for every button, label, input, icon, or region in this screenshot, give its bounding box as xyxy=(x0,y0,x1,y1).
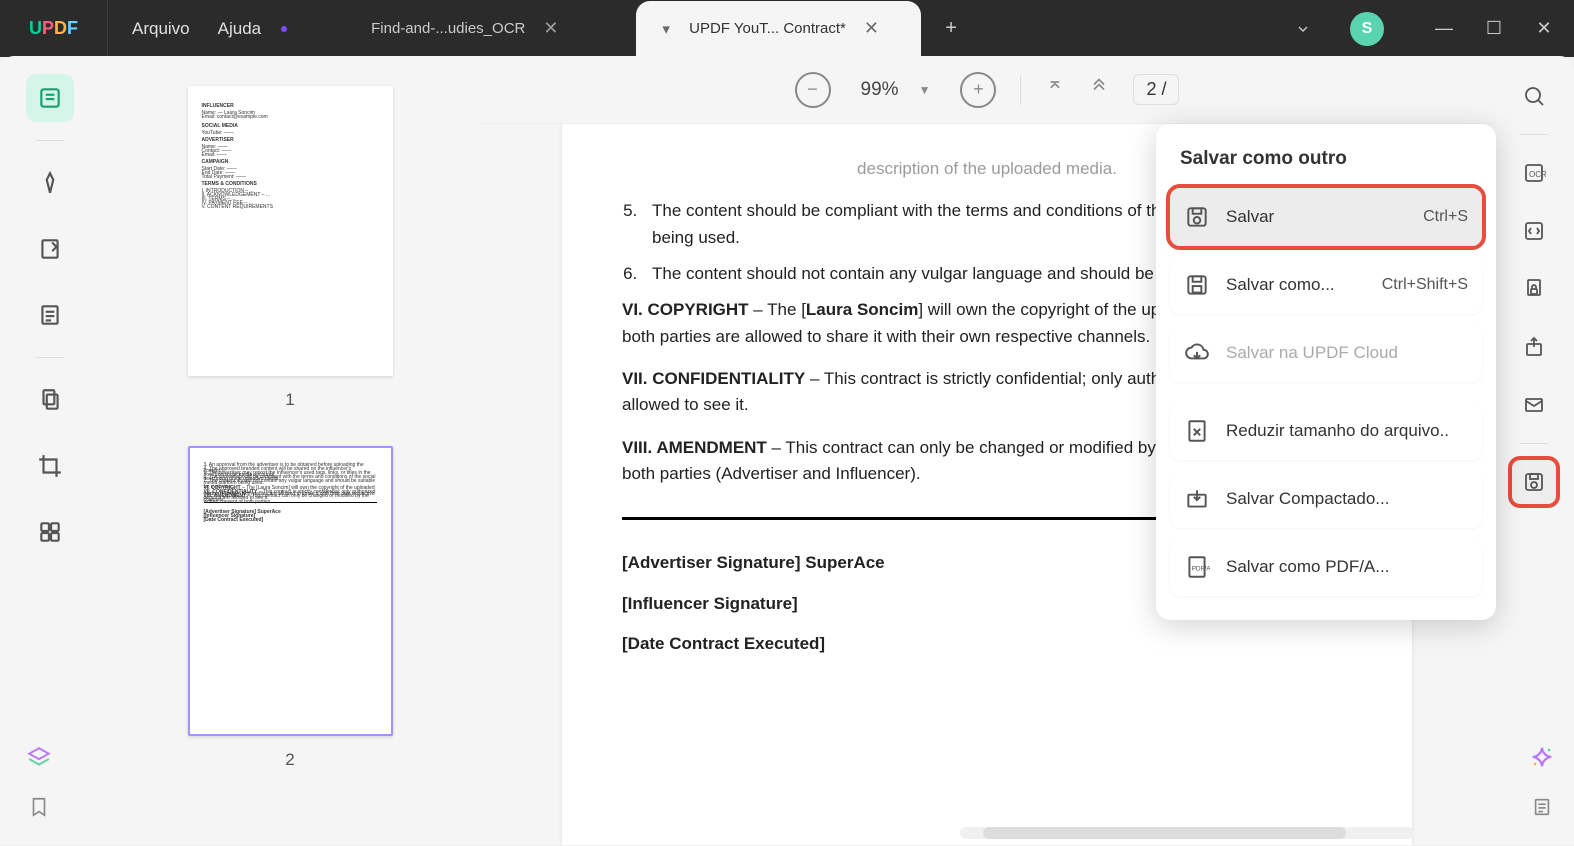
keyboard-shortcut: Ctrl+Shift+S xyxy=(1382,276,1468,294)
popup-item-label: Salvar xyxy=(1226,207,1423,227)
popup-item-label: Salvar como PDF/A... xyxy=(1226,557,1468,577)
layers-button[interactable] xyxy=(26,745,52,776)
ocr-button[interactable]: OCR xyxy=(1512,151,1556,195)
thumbnail-panel: INFLUENCER Name: — Laura Soncim Email: c… xyxy=(100,56,480,845)
popup-item-save-pdfa[interactable]: PDF/A Salvar como PDF/A... xyxy=(1170,538,1482,596)
section-heading: VIII. AMENDMENT xyxy=(622,438,767,457)
popup-item-save-as[interactable]: Salvar como... Ctrl+Shift+S xyxy=(1170,256,1482,314)
popup-item-save-compact[interactable]: Salvar Compactado... xyxy=(1170,470,1482,528)
thumbnail-page-1[interactable]: INFLUENCER Name: — Laura Soncim Email: c… xyxy=(188,86,393,376)
chevron-down-icon[interactable]: ▾ xyxy=(656,20,676,38)
prev-page-button[interactable] xyxy=(1089,77,1109,102)
main-menu: Arquivo Ajuda xyxy=(108,19,261,39)
separator xyxy=(1520,443,1548,444)
thumbnail-page-2[interactable]: 3. An approval from the advertiser is to… xyxy=(188,446,393,736)
popup-item-label: Reduzir tamanho do arquivo.. xyxy=(1226,421,1468,441)
chevron-down-icon[interactable] xyxy=(1286,12,1320,46)
popup-item-label: Salvar como... xyxy=(1226,275,1382,295)
titlebar-right: S — ☐ ✕ xyxy=(1286,12,1574,46)
app-logo: UPDF xyxy=(0,0,108,57)
tools-button[interactable] xyxy=(26,508,74,556)
protect-button[interactable] xyxy=(1512,267,1556,311)
right-toolbar: OCR xyxy=(1494,56,1574,845)
crop-button[interactable] xyxy=(26,442,74,490)
zoom-value: 99% xyxy=(861,79,899,101)
keyboard-shortcut: Ctrl+S xyxy=(1423,208,1468,226)
first-page-button[interactable] xyxy=(1045,77,1065,102)
chevron-down-icon: ▼ xyxy=(919,83,931,97)
titlebar: UPDF Arquivo Ajuda Find-and-...udies_OCR… xyxy=(0,0,1574,57)
popup-item-save-cloud[interactable]: Salvar na UPDF Cloud xyxy=(1170,324,1482,382)
bookmark-button[interactable] xyxy=(28,794,50,825)
svg-text:OCR: OCR xyxy=(1529,170,1546,179)
horizontal-scrollbar[interactable] xyxy=(960,827,1414,839)
popup-item-save[interactable]: Salvar Ctrl+S xyxy=(1170,188,1482,246)
email-button[interactable] xyxy=(1512,383,1556,427)
document-toolbar: − 99% ▼ + 2 / xyxy=(480,56,1494,124)
annotate-button[interactable] xyxy=(26,225,74,273)
left-toolbar xyxy=(0,56,100,845)
maximize-icon[interactable]: ☐ xyxy=(1484,18,1504,39)
minimize-icon[interactable]: — xyxy=(1434,18,1454,39)
close-icon[interactable]: ✕ xyxy=(1534,18,1554,39)
page-indicator[interactable]: 2 / xyxy=(1133,74,1179,105)
indicator-dot xyxy=(281,26,287,32)
highlight-button[interactable] xyxy=(26,159,74,207)
close-icon[interactable]: ✕ xyxy=(543,18,558,39)
separator xyxy=(1520,134,1548,135)
save-as-button[interactable] xyxy=(1512,460,1556,504)
thumbnail-label-2: 2 xyxy=(140,750,440,770)
date-executed: [Date Contract Executed] xyxy=(622,631,1352,657)
save-as-popup: Salvar como outro Salvar Ctrl+S Salvar c… xyxy=(1156,124,1496,620)
tab-document-2[interactable]: ▾ UPDF YouT... Contract* ✕ xyxy=(636,1,921,57)
read-mode-button[interactable] xyxy=(26,74,74,122)
zoom-out-button[interactable]: − xyxy=(795,72,831,108)
left-bottom-tools xyxy=(26,745,52,825)
close-icon[interactable]: ✕ xyxy=(864,18,879,39)
main-area: INFLUENCER Name: — Laura Soncim Email: c… xyxy=(0,56,1574,845)
tab-label: UPDF YouT... Contract* xyxy=(689,20,846,37)
svg-text:PDF/A: PDF/A xyxy=(1192,565,1210,572)
popup-item-reduce-size[interactable]: Reduzir tamanho do arquivo.. xyxy=(1170,402,1482,460)
share-button[interactable] xyxy=(1512,325,1556,369)
popup-item-label: Salvar Compactado... xyxy=(1226,489,1468,509)
separator xyxy=(36,357,64,358)
scrollbar-thumb[interactable] xyxy=(983,827,1346,839)
thumbnail-label-1: 1 xyxy=(140,390,440,410)
menu-arquivo[interactable]: Arquivo xyxy=(132,19,190,39)
tab-label: Find-and-...udies_OCR xyxy=(371,20,525,37)
zoom-display[interactable]: 99% ▼ xyxy=(861,79,931,101)
popup-item-label: Salvar na UPDF Cloud xyxy=(1226,343,1468,363)
window-controls: — ☐ ✕ xyxy=(1434,18,1554,39)
menu-ajuda[interactable]: Ajuda xyxy=(218,19,261,39)
user-avatar[interactable]: S xyxy=(1350,12,1384,46)
search-button[interactable] xyxy=(1512,74,1556,118)
organize-pages-button[interactable] xyxy=(26,376,74,424)
tab-document-1[interactable]: Find-and-...udies_OCR ✕ xyxy=(351,1,636,57)
divider xyxy=(1020,75,1021,105)
section-heading: VII. CONFIDENTIALITY xyxy=(622,369,805,388)
popup-title: Salvar como outro xyxy=(1170,138,1482,188)
add-tab-button[interactable]: + xyxy=(931,9,971,49)
edit-text-button[interactable] xyxy=(26,291,74,339)
zoom-in-button[interactable]: + xyxy=(960,72,996,108)
tab-bar: Find-and-...udies_OCR ✕ ▾ UPDF YouT... C… xyxy=(351,0,971,57)
section-heading: VI. COPYRIGHT xyxy=(622,300,749,319)
separator xyxy=(36,140,64,141)
convert-button[interactable] xyxy=(1512,209,1556,253)
